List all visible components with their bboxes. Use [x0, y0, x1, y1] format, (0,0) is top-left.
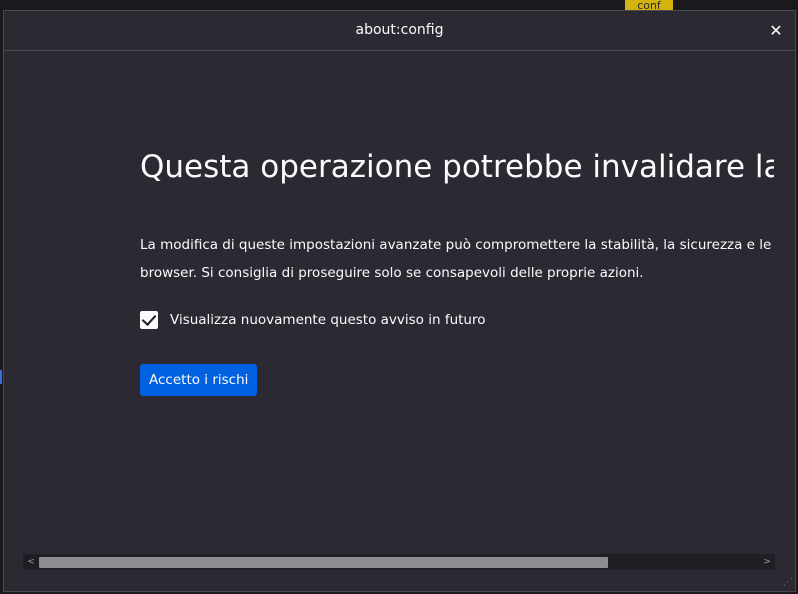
- warning-content: Questa operazione potrebbe invalidare la…: [4, 51, 774, 553]
- resize-grip-icon[interactable]: ⋰: [781, 577, 793, 589]
- warning-description: La modifica di queste impostazioni avanz…: [140, 231, 774, 287]
- description-line-2: browser. Si consiglia di proseguire solo…: [140, 265, 644, 281]
- scroll-right-icon[interactable]: >: [759, 554, 775, 570]
- about-config-dialog: about:config ✕ Questa operazione potrebb…: [3, 10, 796, 592]
- description-line-1: La modifica di queste impostazioni avanz…: [140, 237, 774, 253]
- horizontal-scrollbar[interactable]: < >: [23, 554, 775, 570]
- scroll-thumb[interactable]: [39, 557, 608, 568]
- accept-risk-button[interactable]: Accetto i rischi: [140, 364, 258, 396]
- show-warning-label[interactable]: Visualizza nuovamente questo avviso in f…: [170, 312, 486, 328]
- show-warning-option: Visualizza nuovamente questo avviso in f…: [140, 309, 486, 331]
- scroll-left-icon[interactable]: <: [23, 554, 39, 570]
- dialog-title: about:config: [355, 22, 444, 38]
- show-warning-checkbox[interactable]: [140, 311, 158, 329]
- dialog-titlebar: about:config ✕: [4, 11, 795, 51]
- close-icon[interactable]: ✕: [765, 20, 787, 42]
- background-edge-mark: [0, 370, 2, 384]
- warning-heading: Questa operazione potrebbe invalidare la…: [140, 149, 774, 185]
